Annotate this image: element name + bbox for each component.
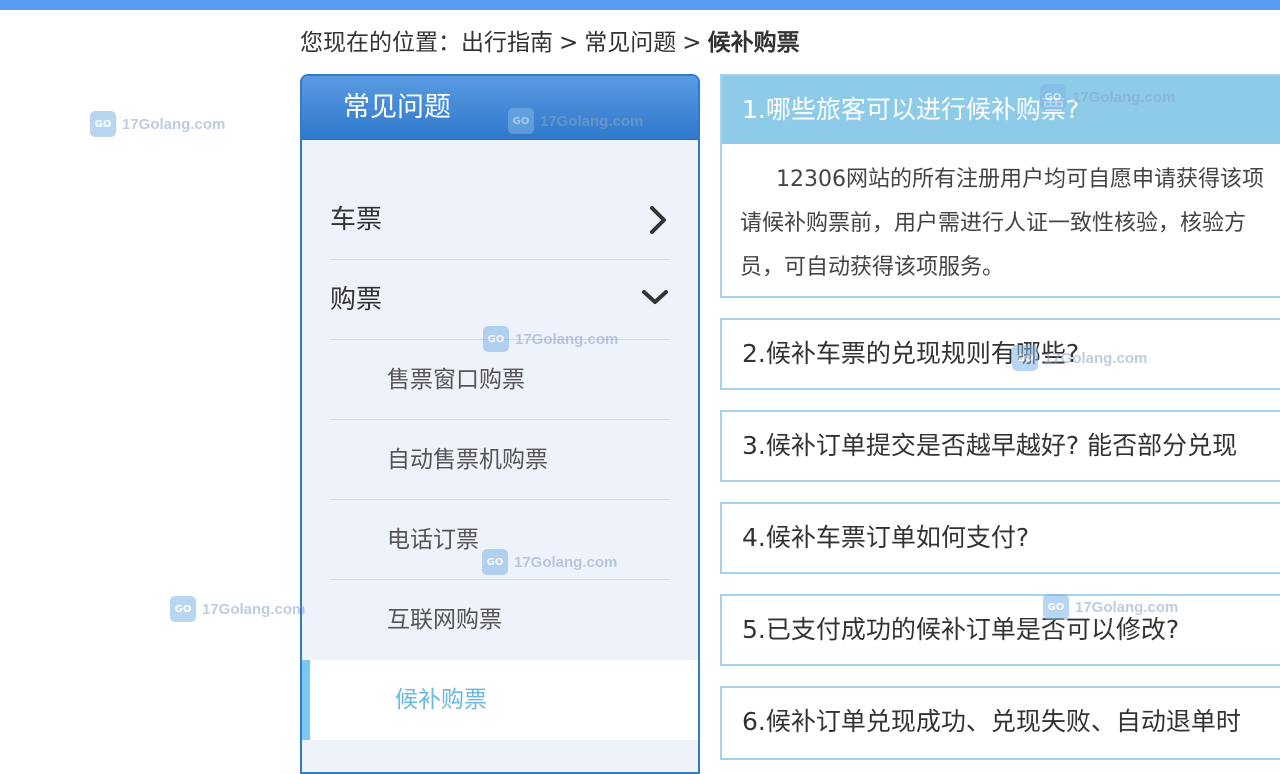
- breadcrumb-prefix: 您现在的位置：: [300, 30, 461, 56]
- watermark-text: 17Golang.com: [122, 115, 226, 133]
- faq-answer: 12306网站的所有注册用户均可自愿申请获得该项 请候补购票前，用户需进行人证一…: [722, 144, 1280, 290]
- faq-title[interactable]: 1.哪些旅客可以进行候补购票?: [722, 76, 1280, 144]
- breadcrumb-separator: >: [559, 30, 579, 56]
- breadcrumb-link-faq[interactable]: 常见问题: [584, 30, 676, 56]
- sidebar-category-label: 购票: [330, 285, 383, 315]
- faq-item-2[interactable]: 2.候补车票的兑现规则有哪些?: [720, 318, 1280, 390]
- breadcrumb-link-guide[interactable]: 出行指南: [461, 30, 553, 56]
- sidebar-title: 常见问题: [302, 76, 698, 140]
- faq-item-5[interactable]: 5.已支付成功的候补订单是否可以修改?: [720, 594, 1280, 666]
- sidebar-item-phone[interactable]: 电话订票: [330, 500, 670, 580]
- sidebar: 常见问题 车票 购票 售票窗口购票 自动售票机购票 电话订票 互联网购票 候补购…: [300, 74, 700, 774]
- breadcrumb: 您现在的位置：出行指南 > 常见问题 > 候补购票: [300, 26, 800, 60]
- sidebar-category-purchase[interactable]: 购票: [330, 260, 670, 340]
- sidebar-list: 车票 购票 售票窗口购票 自动售票机购票 电话订票 互联网购票 候补购票: [302, 140, 698, 740]
- faq-item-3[interactable]: 3.候补订单提交是否越早越好? 能否部分兑现: [720, 410, 1280, 482]
- faq-title[interactable]: 3.候补订单提交是否越早越好? 能否部分兑现: [722, 412, 1280, 480]
- breadcrumb-separator: >: [682, 30, 702, 56]
- faq-item-6[interactable]: 6.候补订单兑现成功、兑现失败、自动退单时: [720, 686, 1280, 760]
- faq-title[interactable]: 5.已支付成功的候补订单是否可以修改?: [722, 596, 1280, 664]
- faq-answer-line: 员，可自动获得该项服务。: [740, 255, 1005, 280]
- faq-answer-line: 12306网站的所有注册用户均可自愿申请获得该项: [776, 167, 1264, 192]
- watermark-text: 17Golang.com: [202, 600, 306, 618]
- chevron-right-icon: [646, 180, 670, 260]
- sidebar-item-internet[interactable]: 互联网购票: [330, 580, 670, 660]
- faq-answer-line: 请候补购票前，用户需进行人证一致性核验，核验方: [740, 211, 1247, 236]
- sidebar-item-machine[interactable]: 自动售票机购票: [330, 420, 670, 500]
- sidebar-item-waitlist[interactable]: 候补购票: [302, 660, 698, 740]
- sidebar-category-label: 车票: [330, 205, 383, 235]
- watermark: GO 17Golang.com: [90, 111, 225, 137]
- breadcrumb-current: 候补购票: [707, 30, 800, 56]
- faq-item-4[interactable]: 4.候补车票订单如何支付?: [720, 502, 1280, 574]
- sidebar-item-window[interactable]: 售票窗口购票: [330, 340, 670, 420]
- chevron-down-icon: [640, 260, 670, 340]
- faq-title[interactable]: 6.候补订单兑现成功、兑现失败、自动退单时: [722, 688, 1280, 756]
- watermark-logo-icon: GO: [90, 111, 116, 137]
- faq-title[interactable]: 4.候补车票订单如何支付?: [722, 504, 1280, 572]
- sidebar-category-tickets[interactable]: 车票: [330, 180, 670, 260]
- top-bar: [0, 0, 1280, 10]
- watermark: GO 17Golang.com: [170, 596, 305, 622]
- faq-title[interactable]: 2.候补车票的兑现规则有哪些?: [722, 320, 1280, 388]
- watermark-logo-icon: GO: [170, 596, 196, 622]
- faq-item-1[interactable]: 1.哪些旅客可以进行候补购票? 12306网站的所有注册用户均可自愿申请获得该项…: [720, 74, 1280, 298]
